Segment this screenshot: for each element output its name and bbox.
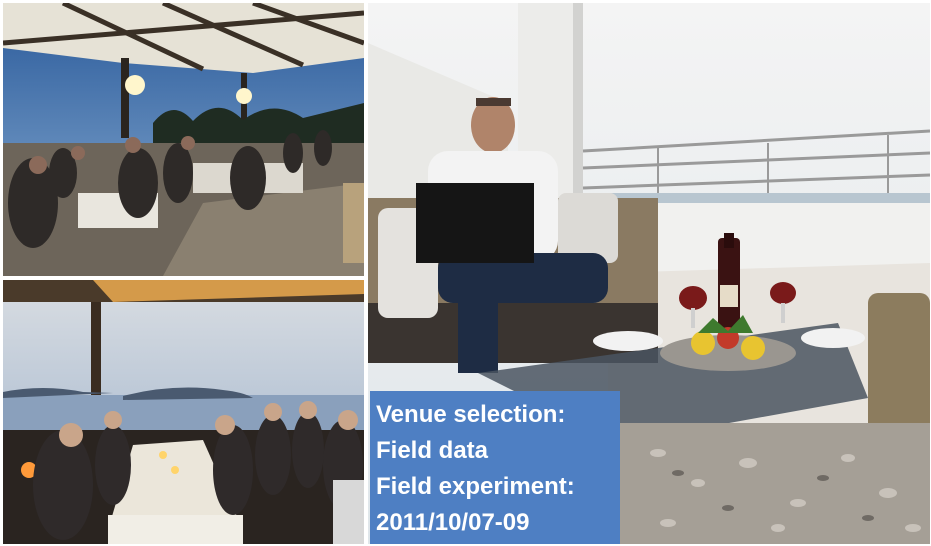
caption-line-venue-selection: Venue selection:: [376, 401, 566, 428]
caption-line-date: 2011/10/07-09: [376, 509, 530, 536]
photo-terrace-dinner: [3, 3, 364, 276]
caption-line-field-data: Field data: [376, 437, 489, 464]
caption-box: Venue selection: Field data Field experi…: [370, 391, 620, 544]
photo-sunset-dinner: [3, 280, 364, 544]
caption-line-field-experiment: Field experiment:: [376, 473, 575, 500]
